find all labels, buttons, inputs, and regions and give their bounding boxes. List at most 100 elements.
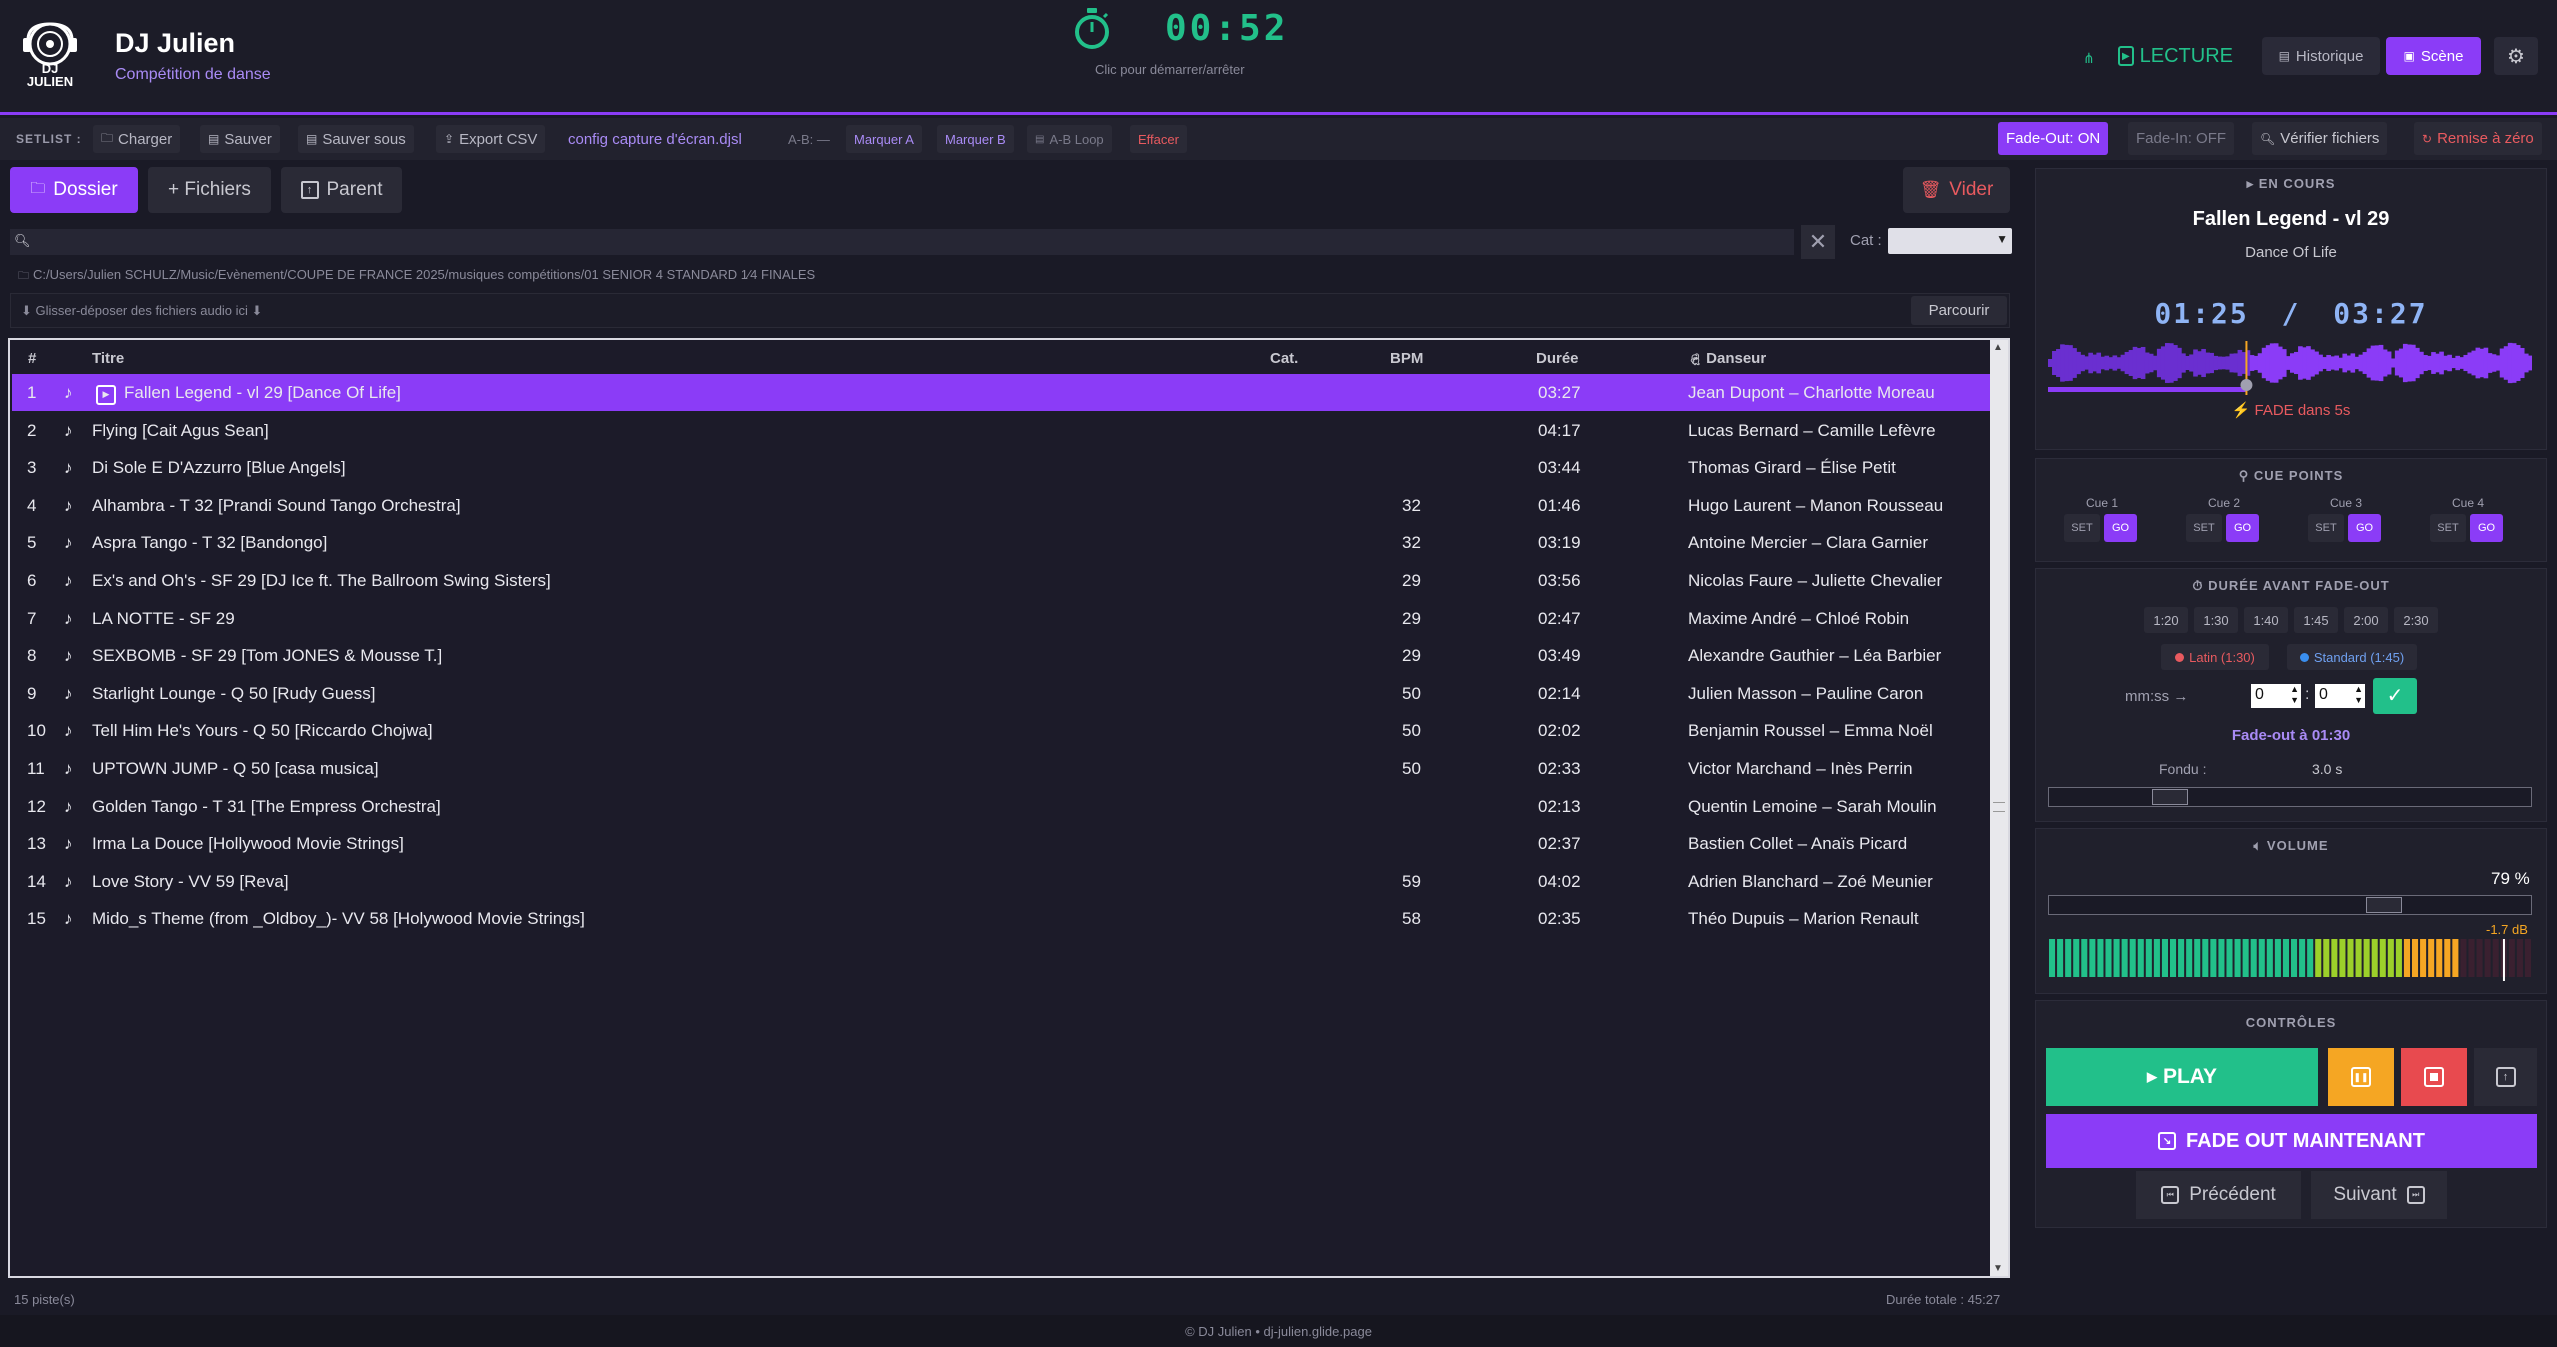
history-button[interactable]: ▤ Historique bbox=[2262, 37, 2380, 75]
save-setlist-button[interactable]: ▤ Sauver bbox=[200, 125, 280, 153]
cue-go-button[interactable]: GO bbox=[2348, 514, 2381, 542]
music-note-icon: ♪ bbox=[64, 608, 73, 628]
next-button[interactable]: Suivant ⏭︎ bbox=[2311, 1171, 2447, 1219]
table-row[interactable]: 6 ♪ Ex's and Oh's - SF 29 [DJ Ice ft. The … bbox=[12, 562, 1990, 599]
cue-go-button[interactable]: GO bbox=[2104, 514, 2137, 542]
col-header-title[interactable]: Titre bbox=[92, 350, 124, 367]
folder-icon: 🗀 bbox=[101, 130, 114, 145]
waveform-bar bbox=[2221, 356, 2227, 370]
apply-checkmark-icon[interactable]: ✓ bbox=[2373, 678, 2417, 714]
pause-button[interactable]: ❚❚ bbox=[2328, 1048, 2394, 1106]
table-row[interactable]: 14 ♪ Love Story - VV 59 [Reva] 59 04:02 Adrie… bbox=[12, 863, 1990, 900]
folder-button[interactable]: 🗀 Dossier bbox=[10, 167, 138, 213]
browse-button[interactable]: Parcourir bbox=[1911, 296, 2007, 325]
table-row[interactable]: 12 ♪ Golden Tango - T 31 [The Empress Orch… bbox=[12, 788, 1990, 825]
col-header-dancer[interactable]: 🕺︎ Danseur bbox=[1688, 350, 1766, 367]
cue-set-button[interactable]: SET bbox=[2430, 514, 2466, 542]
search-input[interactable] bbox=[40, 231, 1780, 253]
col-header-cat[interactable]: Cat. bbox=[1270, 350, 1298, 367]
scene-button[interactable]: ▣ Scène bbox=[2386, 37, 2481, 75]
scroll-thumb[interactable] bbox=[1993, 802, 2005, 812]
export-csv-button[interactable]: ⇪ Export CSV bbox=[436, 125, 546, 153]
cue-go-button[interactable]: GO bbox=[2226, 514, 2259, 542]
fondu-slider[interactable] bbox=[2048, 787, 2532, 807]
fade-preset-button[interactable]: 1:45 bbox=[2294, 607, 2338, 633]
fade-preset-button[interactable]: 2:00 bbox=[2344, 607, 2388, 633]
reset-button[interactable]: ↻ Remise à zéro bbox=[2414, 122, 2542, 155]
scroll-up-icon[interactable]: ▲ bbox=[1993, 342, 2003, 353]
table-row[interactable]: 15 ♪ Mido_s Theme (from _Oldboy_)- VV 58 [… bbox=[12, 900, 1990, 937]
category-select[interactable]: ▼ bbox=[1888, 228, 2012, 254]
table-row[interactable]: 3 ♪ Di Sole E D'Azzurro [Blue Angels] 03:44… bbox=[12, 449, 1990, 486]
load-setlist-button[interactable]: 🗀 Charger bbox=[93, 125, 181, 153]
scrollbar[interactable]: ▲ ▼ bbox=[1990, 340, 2008, 1276]
mark-b-button[interactable]: Marquer B bbox=[937, 125, 1014, 153]
play-button[interactable]: ▶ PLAY bbox=[2046, 1048, 2318, 1106]
cue-set-button[interactable]: SET bbox=[2186, 514, 2222, 542]
save-as-button[interactable]: ▤ Sauver sous bbox=[298, 125, 414, 153]
cue-set-button[interactable]: SET bbox=[2308, 514, 2344, 542]
vu-segment bbox=[2307, 939, 2314, 977]
fade-out-toggle[interactable]: Fade-Out: ON bbox=[1998, 122, 2109, 155]
fade-preset-button[interactable]: 1:30 bbox=[2194, 607, 2238, 633]
empty-list-button[interactable]: 🗑︎ Vider bbox=[1903, 167, 2010, 213]
table-row[interactable]: 4 ♪ Alhambra - T 32 [Prandi Sound Tango Or… bbox=[12, 487, 1990, 524]
playhead-knob[interactable] bbox=[2240, 379, 2253, 391]
cue-set-button[interactable]: SET bbox=[2064, 514, 2100, 542]
spin-arrows-icon[interactable]: ▲ ▼ bbox=[2354, 684, 2363, 706]
table-row[interactable]: 10 ♪ Tell Him He's Yours - Q 50 [Riccardo … bbox=[12, 712, 1990, 749]
fondu-slider-thumb[interactable] bbox=[2151, 789, 2188, 805]
table-row[interactable]: 1 ♪ ▶ Fallen Legend - vl 29 [Dance Of Life]… bbox=[12, 374, 1990, 411]
clear-ab-button[interactable]: Effacer bbox=[1130, 125, 1187, 153]
settings-gear-icon[interactable]: ⚙ bbox=[2494, 37, 2538, 75]
progress-bar[interactable] bbox=[2048, 387, 2247, 392]
volume-slider-thumb[interactable] bbox=[2366, 897, 2403, 913]
previous-button[interactable]: ⏮︎ Précédent bbox=[2136, 1171, 2301, 1219]
spin-arrows-icon[interactable]: ▲ ▼ bbox=[2290, 684, 2299, 706]
seconds-value: 0 bbox=[2319, 686, 2328, 703]
col-header-bpm[interactable]: BPM bbox=[1390, 350, 1423, 367]
scroll-down-icon[interactable]: ▼ bbox=[1993, 1263, 2003, 1274]
cue-go-button[interactable]: GO bbox=[2470, 514, 2503, 542]
track-number: 14 bbox=[27, 871, 46, 891]
eject-button[interactable]: ↑ bbox=[2474, 1048, 2537, 1106]
stopwatch-icon[interactable] bbox=[1073, 8, 1111, 50]
track-duration: 02:13 bbox=[1538, 796, 1581, 816]
table-row[interactable]: 5 ♪ Aspra Tango - T 32 [Bandongo] 32 03:19 An… bbox=[12, 524, 1990, 561]
vu-segment bbox=[2492, 939, 2499, 977]
table-row[interactable]: 8 ♪ SEXBOMB - SF 29 [Tom JONES & Mousse T.… bbox=[12, 637, 1990, 674]
skip-forward-icon: ⏭︎ bbox=[2406, 1186, 2425, 1204]
table-row[interactable]: 13 ♪ Irma La Douce [Hollywood Movie String… bbox=[12, 825, 1990, 862]
fade-preset-button[interactable]: 1:40 bbox=[2244, 607, 2288, 633]
stopwatch-display[interactable]: 00:52 bbox=[1165, 8, 1288, 49]
table-row[interactable]: 9 ♪ Starlight Lounge - Q 50 [Rudy Guess] 50… bbox=[12, 675, 1990, 712]
waveform-bar bbox=[2519, 347, 2525, 379]
waveform[interactable] bbox=[2048, 341, 2532, 395]
clear-search-icon[interactable]: ✕ bbox=[1801, 225, 1835, 259]
minutes-input[interactable]: 0 ▲ ▼ bbox=[2251, 684, 2301, 708]
mark-a-button[interactable]: Marquer A bbox=[846, 125, 922, 153]
waveform-bar bbox=[2382, 349, 2388, 377]
table-row[interactable]: 7 ♪ LA NOTTE - SF 29 29 02:47 Maxime André – … bbox=[12, 600, 1990, 637]
table-row[interactable]: 11 ♪ UPTOWN JUMP - Q 50 [casa musica] 50 02:… bbox=[12, 750, 1990, 787]
seconds-input[interactable]: 0 ▲ ▼ bbox=[2315, 684, 2365, 708]
track-dancer: Julien Masson – Pauline Caron bbox=[1688, 683, 1924, 703]
drop-zone[interactable]: ⬇ Glisser-déposer des fichiers audio ici… bbox=[10, 293, 2010, 328]
add-files-button[interactable]: + Fichiers bbox=[148, 167, 271, 213]
stop-button[interactable] bbox=[2401, 1048, 2467, 1106]
col-header-duration[interactable]: Durée bbox=[1536, 350, 1579, 367]
elapsed-time: 01:25 bbox=[2154, 297, 2249, 330]
ab-loop-button[interactable]: ▤ A-B Loop bbox=[1027, 125, 1112, 153]
fade-out-now-button[interactable]: ↘ FADE OUT MAINTENANT bbox=[2046, 1114, 2537, 1168]
parent-folder-button[interactable]: ↑ Parent bbox=[281, 167, 402, 213]
volume-slider[interactable] bbox=[2048, 895, 2532, 915]
fade-in-toggle[interactable]: Fade-In: OFF bbox=[2128, 122, 2235, 155]
fade-preset-button[interactable]: 1:20 bbox=[2144, 607, 2188, 633]
check-files-button[interactable]: 🔍︎ Vérifier fichiers bbox=[2252, 122, 2388, 155]
track-number: 4 bbox=[27, 495, 37, 515]
waveform-bar bbox=[2491, 354, 2497, 372]
table-row[interactable]: 2 ♪ Flying [Cait Agus Sean] 04:17 Lucas Bern… bbox=[12, 412, 1990, 449]
standard-preset-button[interactable]: Standard (1:45) bbox=[2287, 644, 2417, 670]
fade-preset-button[interactable]: 2:30 bbox=[2394, 607, 2438, 633]
latin-preset-button[interactable]: Latin (1:30) bbox=[2161, 644, 2269, 670]
